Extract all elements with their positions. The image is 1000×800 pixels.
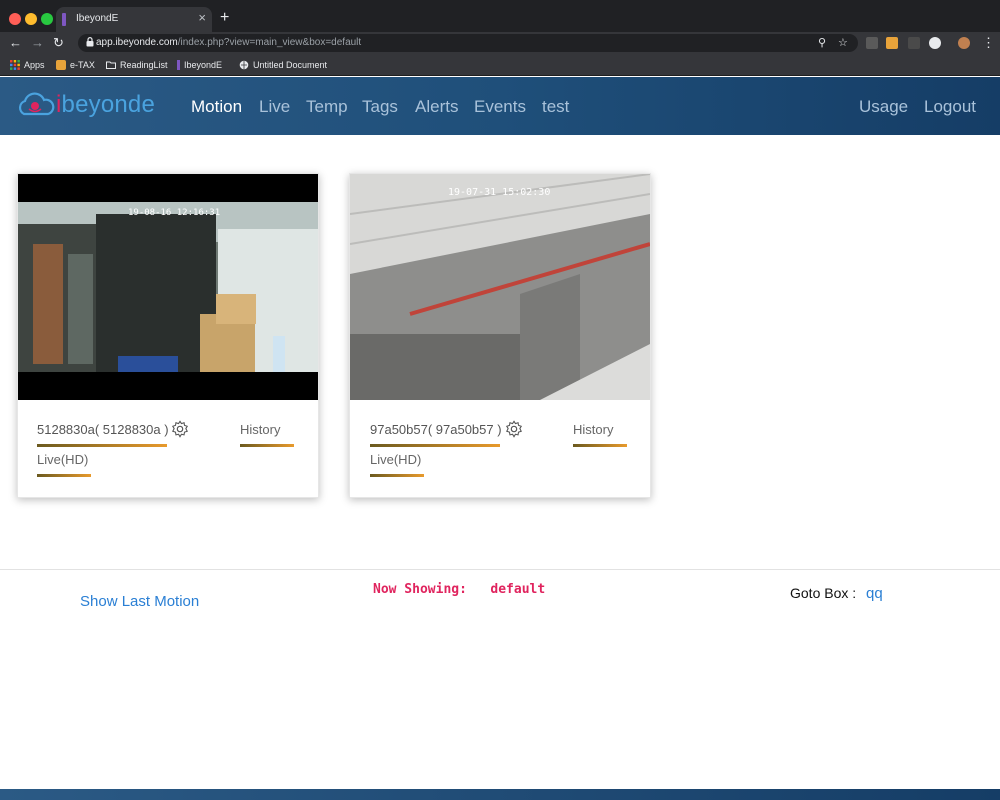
now-showing-value: default [490,582,546,597]
camera-id-underline [37,444,167,447]
camera-card: 19-07-31 15:02:30 97a50b57( 97a50b57 ) H… [349,173,651,498]
history-underline [240,444,294,447]
browser-tab[interactable]: IbeyondE × [56,7,212,32]
camera-card: 19-08-16 12:16:31 5128830a( 5128830a ) H… [17,173,319,498]
address-bar[interactable]: app.ibeyonde.com/index.php?view=main_vie… [78,34,858,52]
brand-logo[interactable]: ibeyonde [56,91,155,119]
now-showing-label: Now Showing: default [373,582,545,597]
nav-temp[interactable]: Temp [306,97,348,117]
gear-icon[interactable] [171,420,189,438]
back-icon[interactable]: ← [9,34,22,52]
profile-avatar[interactable] [958,37,970,49]
browser-menu-icon[interactable]: ⋮ [982,34,995,52]
bookmark-label: IbeyondE [184,60,223,70]
tab-title: IbeyondE [76,13,119,24]
nav-usage[interactable]: Usage [859,97,908,117]
lock-icon [86,37,94,47]
maximize-window-button[interactable] [41,13,53,25]
bookmark-e-tax[interactable]: e-TAX [56,58,95,72]
bookmark-ibeyonde[interactable]: IbeyondE [177,58,222,72]
bookmark-star-icon[interactable]: ☆ [838,35,848,51]
live-hd-link[interactable]: Live(HD) [37,452,88,467]
extension-icon[interactable] [866,37,878,49]
section-divider [0,569,1000,570]
now-showing-text: Now Showing: [373,582,467,597]
extension-icon[interactable] [908,37,920,49]
new-tab-button[interactable]: + [220,9,229,27]
camera-thumbnail-image[interactable]: 19-08-16 12:16:31 [18,174,318,400]
globe-icon [239,60,249,70]
bottom-bar [0,789,1000,800]
etax-favicon-icon [56,60,66,70]
history-link[interactable]: History [240,422,280,437]
forward-icon[interactable]: → [31,34,44,52]
url-path: /index.php?view=main_view&box=default [177,37,362,48]
live-hd-link[interactable]: Live(HD) [370,452,421,467]
history-underline [573,444,627,447]
bookmark-label: e-TAX [70,60,95,70]
nav-logout[interactable]: Logout [924,97,976,117]
browser-toolbar: ← → ↻ app.ibeyonde.com/index.php?view=ma… [0,32,1000,54]
camera-id-underline [370,444,500,447]
tab-close-icon[interactable]: × [198,11,206,25]
app-navbar: ibeyonde Motion Live Temp Tags Alerts Ev… [0,77,1000,135]
camera-timestamp: 19-07-31 15:02:30 [448,187,550,198]
nav-events[interactable]: Events [474,97,526,117]
show-last-motion-link[interactable]: Show Last Motion [80,593,199,610]
camera-id-link[interactable]: 97a50b57( 97a50b57 ) [370,422,502,437]
brand-logo-rest: beyonde [61,91,156,118]
zoom-icon[interactable]: ⚲ [818,35,826,51]
bookmark-label: Apps [24,60,45,70]
extension-icon[interactable] [929,37,941,49]
folder-icon [106,61,116,69]
nav-test[interactable]: test [542,97,569,117]
bookmark-label: Untitled Document [253,60,328,70]
close-window-button[interactable] [9,13,21,25]
goto-box-link[interactable]: qq [866,585,883,602]
tab-favicon-icon [62,13,66,26]
bookmark-apps[interactable]: Apps [10,58,45,72]
live-hd-underline [370,474,424,477]
gear-icon[interactable] [505,420,523,438]
bookmarks-bar: Apps e-TAX ReadingList IbeyondE Untitled… [0,54,1000,76]
history-link[interactable]: History [573,422,613,437]
extension-icon[interactable] [886,37,898,49]
goto-box-label: Goto Box : [790,585,857,601]
bookmark-untitled-document[interactable]: Untitled Document [239,58,327,72]
apps-grid-icon [10,60,20,70]
nav-tags[interactable]: Tags [362,97,398,117]
live-hd-underline [37,474,91,477]
nav-alerts[interactable]: Alerts [415,97,458,117]
bookmark-label: ReadingList [120,60,168,70]
url-host: app.ibeyonde.com [96,37,178,48]
camera-timestamp: 19-08-16 12:16:31 [128,208,220,218]
minimize-window-button[interactable] [25,13,37,25]
nav-motion[interactable]: Motion [191,97,242,117]
nav-live[interactable]: Live [259,97,290,117]
browser-tab-strip: IbeyondE × + [0,0,1000,32]
bookmark-readinglist[interactable]: ReadingList [106,58,168,72]
url-text: app.ibeyonde.com/index.php?view=main_vie… [96,37,361,48]
ibeyonde-favicon-icon [177,60,180,70]
cloud-logo-icon[interactable] [16,90,56,120]
camera-thumbnail-image[interactable]: 19-07-31 15:02:30 [350,174,650,400]
camera-id-link[interactable]: 5128830a( 5128830a ) [37,422,169,437]
reload-icon[interactable]: ↻ [53,34,64,52]
